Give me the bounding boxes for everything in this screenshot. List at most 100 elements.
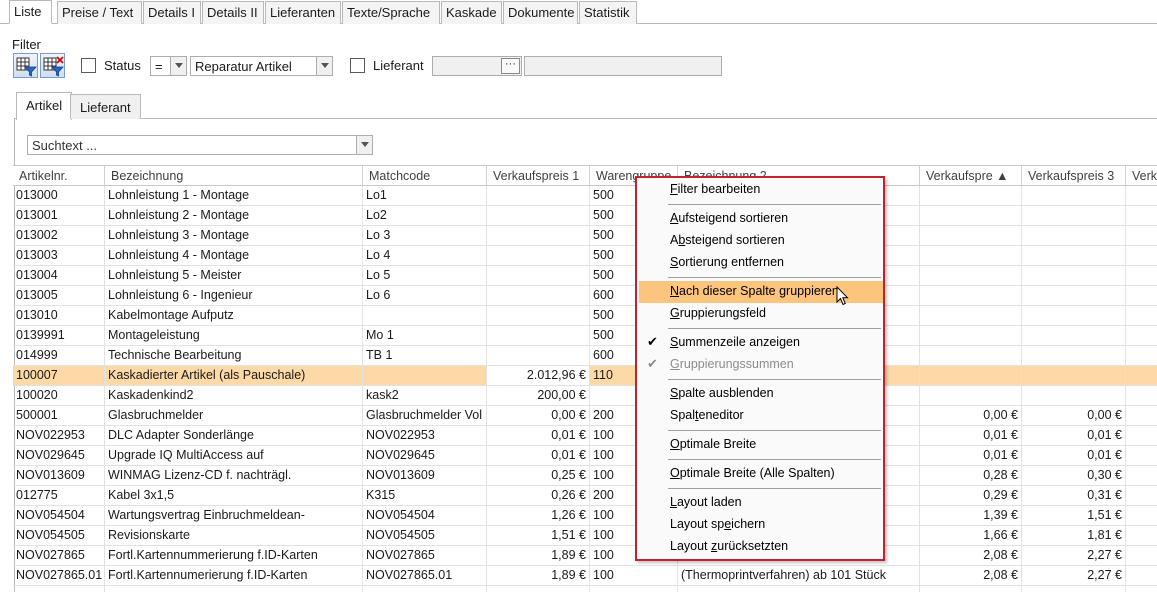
table-row[interactable]: 013002 Lohnleistung 3 - Montage Lo 3 500 <box>13 226 1157 246</box>
status-label: Status <box>104 58 141 73</box>
table-row[interactable]: 013001 Lohnleistung 2 - Montage Lo2 500 <box>13 206 1157 226</box>
column-header-verkaufspreis-4[interactable]: Verk <box>1126 166 1157 186</box>
menu-item-spalteneditor[interactable]: Spalteneditor <box>639 405 883 427</box>
cell-verkaufspreis-1 <box>487 286 590 306</box>
tab-statistik[interactable]: Statistik <box>579 1 637 24</box>
cell-verkaufspreis-3: 0,01 € <box>1022 446 1126 466</box>
cell-matchcode: TB 1 <box>363 346 487 366</box>
tab-details-i[interactable]: Details I <box>143 1 201 24</box>
lieferant-checkbox[interactable] <box>350 58 365 73</box>
tab-lieferant[interactable]: Lieferant <box>70 94 141 119</box>
column-header-verkaufspreis-1[interactable]: Verkaufspreis 1 <box>487 166 590 186</box>
tab-lieferanten[interactable]: Lieferanten <box>265 1 341 24</box>
chevron-down-icon[interactable] <box>356 136 372 154</box>
tab-artikel[interactable]: Artikel <box>16 92 73 120</box>
search-placeholder: Suchtext ... <box>32 138 98 153</box>
table-row[interactable] <box>13 586 1157 592</box>
status-value-select[interactable]: Reparatur Artikel <box>190 56 333 76</box>
chevron-down-icon[interactable] <box>170 57 186 75</box>
table-row[interactable]: NOV027865.01 Fortl.Kartennumerierung f.ID… <box>13 566 1157 586</box>
table-row[interactable]: NOV027865 Fortl.Kartennummerierung f.ID-K… <box>13 546 1157 566</box>
cell-bezeichnung: Montageleistung <box>105 326 363 346</box>
menu-item-layout-zurücksetzten[interactable]: Layout zurücksetzten <box>639 536 883 558</box>
cell-bezeichnung: Wartungsvertrag Einbruchmeldean- <box>105 506 363 526</box>
table-row[interactable]: 100007 Kaskadierter Artikel (als Pauschal… <box>13 366 1157 386</box>
tab-preise-text[interactable]: Preise / Text <box>57 1 142 24</box>
menu-separator <box>668 430 881 431</box>
article-grid[interactable]: Artikelnr. Bezeichnung Matchcode Verkaufspr… <box>13 165 1157 592</box>
menu-item-label: Gruppierungssummen <box>670 357 794 371</box>
cell-artikelnr: 100007 <box>13 366 105 386</box>
menu-item-layout-laden[interactable]: Layout laden <box>639 492 883 514</box>
menu-item-summenzeile-anzeigen[interactable]: ✔ Summenzeile anzeigen <box>639 332 883 354</box>
lieferant-number-field[interactable]: ··· <box>432 56 522 76</box>
cell-warengruppe: 100 <box>590 566 678 586</box>
tab-dokumente[interactable]: Dokumente <box>503 1 578 24</box>
tab-texte-sprache[interactable]: Texte/Sprache <box>342 1 440 24</box>
menu-item-aufsteigend-sortieren[interactable]: Aufsteigend sortieren <box>639 208 883 230</box>
column-header-artikelnr[interactable]: Artikelnr. <box>13 166 105 186</box>
menu-item-filter-bearbeiten[interactable]: Filter bearbeiten <box>639 179 883 201</box>
tab-kaskade[interactable]: Kaskade <box>441 1 502 24</box>
table-row[interactable]: NOV054505 Revisionskarte NOV054505 1,51 €10… <box>13 526 1157 546</box>
table-row[interactable]: 013003 Lohnleistung 4 - Montage Lo 4 500 <box>13 246 1157 266</box>
menu-item-absteigend-sortieren[interactable]: Absteigend sortieren <box>639 230 883 252</box>
cell-verkaufspreis-4 <box>1126 266 1157 286</box>
lieferant-label: Lieferant <box>373 58 424 73</box>
table-row[interactable]: 014999 Technische Bearbeitung TB 1 600 <box>13 346 1157 366</box>
cell-verkaufspreis-1 <box>487 586 590 592</box>
table-row[interactable]: 012775 Kabel 3x1,5 K315 0,26 €200 0,29 €0,31… <box>13 486 1157 506</box>
tab-liste[interactable]: Liste <box>9 0 52 24</box>
cell-verkaufspreis-3 <box>1022 306 1126 326</box>
column-header-verkaufspreis-2[interactable]: Verkaufspre ▲ <box>920 166 1022 186</box>
table-row[interactable]: NOV022953 DLC Adapter Sonderlänge NOV02295… <box>13 426 1157 446</box>
status-checkbox[interactable] <box>81 58 96 73</box>
filter-clear-button[interactable] <box>40 53 65 78</box>
cell-verkaufspreis-3 <box>1022 326 1126 346</box>
column-header-bezeichnung[interactable]: Bezeichnung <box>105 166 363 186</box>
table-row[interactable]: 013005 Lohnleistung 6 - Ingenieur Lo 6 600 <box>13 286 1157 306</box>
column-header-matchcode[interactable]: Matchcode <box>363 166 487 186</box>
filter-edit-button[interactable] <box>13 53 38 78</box>
cell-bezeichnung: Lohnleistung 1 - Montage <box>105 186 363 206</box>
search-input[interactable]: Suchtext ... <box>27 135 373 155</box>
column-header-verkaufspreis-3[interactable]: Verkaufspreis 3 <box>1022 166 1126 186</box>
table-row[interactable]: 013000 Lohnleistung 1 - Montage Lo1 500 <box>13 186 1157 206</box>
cell-bezeichnung: Lohnleistung 3 - Montage <box>105 226 363 246</box>
cell-bezeichnung: Lohnleistung 2 - Montage <box>105 206 363 226</box>
table-row[interactable]: 013010 Kabelmontage Aufputz 500 <box>13 306 1157 326</box>
table-row[interactable]: 0139991 Montageleistung Mo 1 500 <box>13 326 1157 346</box>
cell-verkaufspreis-1: 1,89 € <box>487 566 590 586</box>
menu-separator <box>668 204 881 205</box>
status-operator-select[interactable]: = <box>150 56 187 76</box>
table-row[interactable]: 100020 Kaskadenkind2 kask2 200,00 € <box>13 386 1157 406</box>
menu-item-optimale-breite-alle-spalten[interactable]: Optimale Breite (Alle Spalten) <box>639 463 883 485</box>
cell-verkaufspreis-3 <box>1022 286 1126 306</box>
cell-verkaufspreis-2 <box>920 386 1022 406</box>
cell-matchcode: NOV027865 <box>363 546 487 566</box>
cell-verkaufspreis-1: 2.012,96 € <box>487 366 590 386</box>
cell-verkaufspreis-1: 0,01 € <box>487 426 590 446</box>
cell-verkaufspreis-4 <box>1126 526 1157 546</box>
menu-item-sortierung-entfernen[interactable]: Sortierung entfernen <box>639 252 883 274</box>
cell-matchcode: NOV027865.01 <box>363 566 487 586</box>
table-row[interactable]: 013004 Lohnleistung 5 - Meister Lo 5 500 <box>13 266 1157 286</box>
cell-verkaufspreis-4 <box>1126 186 1157 206</box>
table-row[interactable]: NOV054504 Wartungsvertrag Einbruchmeldean… <box>13 506 1157 526</box>
lookup-ellipsis-button[interactable]: ··· <box>501 58 520 74</box>
menu-item-optimale-breite[interactable]: Optimale Breite <box>639 434 883 456</box>
menu-item-spalte-ausblenden[interactable]: Spalte ausblenden <box>639 383 883 405</box>
cell-verkaufspreis-2 <box>920 586 1022 592</box>
status-value: Reparatur Artikel <box>195 59 292 74</box>
menu-item-layout-speichern[interactable]: Layout speichern <box>639 514 883 536</box>
cell-verkaufspreis-1 <box>487 226 590 246</box>
chevron-down-icon[interactable] <box>316 57 332 75</box>
table-row[interactable]: NOV029645 Upgrade IQ MultiAccess auf NOV02… <box>13 446 1157 466</box>
table-row[interactable]: NOV013609 WINMAG Lizenz-CD f. nachträgl. N… <box>13 466 1157 486</box>
tab-details-ii[interactable]: Details II <box>202 1 264 24</box>
cell-bezeichnung: Lohnleistung 5 - Meister <box>105 266 363 286</box>
cell-bezeichnung: Fortl.Kartennumerierung f.ID-Karten <box>105 566 363 586</box>
table-row[interactable]: 500001 Glasbruchmelder Glasbruchmelder Vol… <box>13 406 1157 426</box>
cell-verkaufspreis-2: 2,08 € <box>920 546 1022 566</box>
cell-matchcode: Lo 5 <box>363 266 487 286</box>
